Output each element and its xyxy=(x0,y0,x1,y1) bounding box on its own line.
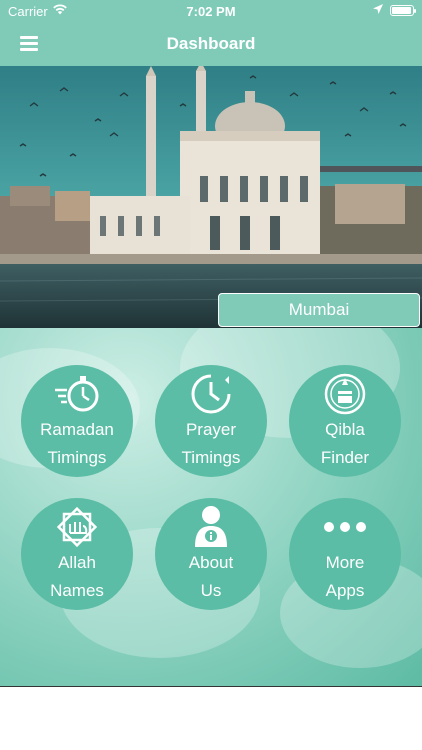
allah-names-button[interactable]: Allah Names xyxy=(21,498,133,610)
more-label-line2: Apps xyxy=(325,581,365,600)
qibla-finder-button[interactable]: Qibla Finder xyxy=(289,365,401,477)
qibla-label-line1: Qibla xyxy=(325,420,365,439)
allah-label-line2: Names xyxy=(50,581,104,600)
qibla-label-line2: Finder xyxy=(320,448,370,467)
prayer-timings-button[interactable]: Prayer Timings xyxy=(155,365,267,477)
about-label-line1: About xyxy=(188,553,234,572)
status-time: 7:02 PM xyxy=(186,4,236,19)
city-selector-button[interactable]: Mumbai xyxy=(218,293,420,327)
compass-kaaba-icon xyxy=(289,373,401,415)
ramadan-label-line2: Timings xyxy=(47,448,107,467)
about-label-line2: Us xyxy=(200,581,222,600)
stopwatch-icon xyxy=(21,373,133,415)
ramadan-timings-button[interactable]: Ramadan Timings xyxy=(21,365,133,477)
more-apps-button[interactable]: More Apps xyxy=(289,498,401,610)
battery-fill xyxy=(392,7,411,14)
calligraphy-star-icon xyxy=(21,506,133,548)
navigation-bar: Dashboard xyxy=(0,22,422,66)
person-info-icon xyxy=(155,506,267,548)
page-title: Dashboard xyxy=(166,34,256,53)
status-bar: Carrier 7:02 PM xyxy=(0,0,422,22)
bottom-blank-area xyxy=(0,686,422,750)
mosque-hero-image xyxy=(0,66,422,328)
about-us-button[interactable]: About Us xyxy=(155,498,267,610)
battery-icon xyxy=(390,5,416,16)
top-bar: Carrier 7:02 PM Dashboard xyxy=(0,0,422,66)
prayer-label-line1: Prayer xyxy=(185,420,237,439)
allah-label-line1: Allah xyxy=(58,553,96,572)
dots-icon xyxy=(289,506,401,548)
ramadan-label-line1: Ramadan xyxy=(40,420,114,439)
clock-icon xyxy=(155,373,267,415)
location-arrow-icon xyxy=(372,3,384,18)
more-label-line1: More xyxy=(325,553,365,572)
prayer-label-line2: Timings xyxy=(181,448,241,467)
